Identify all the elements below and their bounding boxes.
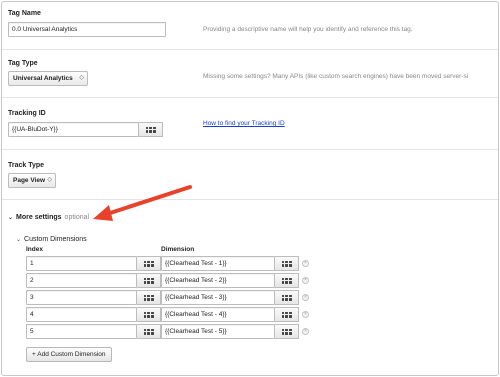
macro-bricks-icon	[281, 277, 292, 284]
macro-bricks-icon	[143, 277, 154, 284]
macro-bricks-icon	[281, 311, 292, 318]
index-column-header: Index	[26, 246, 43, 253]
dimension-index-input[interactable]: 5	[26, 324, 137, 339]
dimension-value-input[interactable]: {{Clearhead Test - 5}}	[161, 324, 275, 339]
dimension-macro-button[interactable]	[275, 324, 299, 339]
track-type-section: Track Type Page View ◇	[2, 150, 498, 200]
macro-bricks-icon	[143, 294, 154, 301]
track-type-label: Track Type	[8, 162, 45, 169]
dimension-macro-button[interactable]	[275, 273, 299, 288]
remove-dimension-icon[interactable]: ×	[302, 260, 309, 267]
dimension-index-input[interactable]: 3	[26, 290, 137, 305]
custom-dimensions-label: Custom Dimensions	[24, 236, 87, 243]
tag-type-help: Missing some settings? Many APIs (like c…	[203, 73, 469, 80]
tag-name-input[interactable]: 0.0 Universal Analytics	[8, 22, 166, 37]
tracking-id-section: Tracking ID {{UA-BluDot-Y}} How to find …	[2, 98, 498, 150]
dimension-macro-button[interactable]	[275, 307, 299, 322]
dimension-macro-button[interactable]	[275, 256, 299, 271]
remove-dimension-icon[interactable]: ×	[302, 328, 309, 335]
select-arrows-icon: ◇	[79, 75, 84, 81]
track-type-value: Page View	[13, 177, 46, 184]
dimension-macro-button[interactable]	[275, 290, 299, 305]
tag-type-section: Tag Type Universal Analytics ◇ Missing s…	[2, 50, 498, 98]
dimension-index-input[interactable]: 2	[26, 273, 137, 288]
custom-dimensions-toggle[interactable]: ⌄ Custom Dimensions	[16, 236, 87, 243]
more-settings-label: More settings	[16, 214, 62, 221]
macro-bricks-icon	[143, 311, 154, 318]
macro-bricks-icon	[281, 260, 292, 267]
dimension-index-input[interactable]: 1	[26, 256, 137, 271]
remove-dimension-icon[interactable]: ×	[302, 311, 309, 318]
tracking-id-macro-button[interactable]	[139, 122, 163, 137]
chevron-down-icon: ⌄	[8, 215, 14, 221]
macro-bricks-icon	[143, 260, 154, 267]
select-arrows-icon: ◇	[47, 177, 52, 183]
chevron-down-icon: ⌄	[16, 237, 22, 243]
index-macro-button[interactable]	[137, 273, 161, 288]
tag-name-section: Tag Name 0.0 Universal Analytics Providi…	[2, 2, 498, 50]
dimension-column-header: Dimension	[161, 246, 195, 253]
index-macro-button[interactable]	[137, 324, 161, 339]
tag-type-select[interactable]: Universal Analytics ◇	[8, 71, 88, 86]
index-macro-button[interactable]	[137, 307, 161, 322]
dimension-index-input[interactable]: 4	[26, 307, 137, 322]
remove-dimension-icon[interactable]: ×	[302, 294, 309, 301]
remove-dimension-icon[interactable]: ×	[302, 277, 309, 284]
more-settings-toggle[interactable]: ⌄ More settings optional	[8, 214, 89, 221]
dimension-value-input[interactable]: {{Clearhead Test - 4}}	[161, 307, 275, 322]
macro-bricks-icon	[143, 328, 154, 335]
macro-bricks-icon	[145, 126, 156, 133]
tag-name-help: Providing a descriptive name will help y…	[203, 26, 413, 33]
macro-bricks-icon	[281, 294, 292, 301]
index-macro-button[interactable]	[137, 290, 161, 305]
tag-type-value: Universal Analytics	[13, 75, 73, 82]
optional-label: optional	[64, 214, 90, 221]
tracking-id-input[interactable]: {{UA-BluDot-Y}}	[8, 122, 139, 137]
tracking-id-help-link[interactable]: How to find your Tracking ID	[203, 120, 285, 127]
tag-type-label: Tag Type	[8, 60, 38, 67]
dimension-value-input[interactable]: {{Clearhead Test - 3}}	[161, 290, 275, 305]
index-macro-button[interactable]	[137, 256, 161, 271]
tag-name-label: Tag Name	[8, 10, 41, 17]
dimension-value-input[interactable]: {{Clearhead Test - 1}}	[161, 256, 275, 271]
macro-bricks-icon	[281, 328, 292, 335]
add-custom-dimension-button[interactable]: + Add Custom Dimension	[26, 347, 112, 362]
tag-editor-panel: Tag Name 0.0 Universal Analytics Providi…	[1, 1, 499, 376]
tracking-id-label: Tracking ID	[8, 110, 46, 117]
track-type-select[interactable]: Page View ◇	[8, 173, 56, 188]
dimension-value-input[interactable]: {{Clearhead Test - 2}}	[161, 273, 275, 288]
